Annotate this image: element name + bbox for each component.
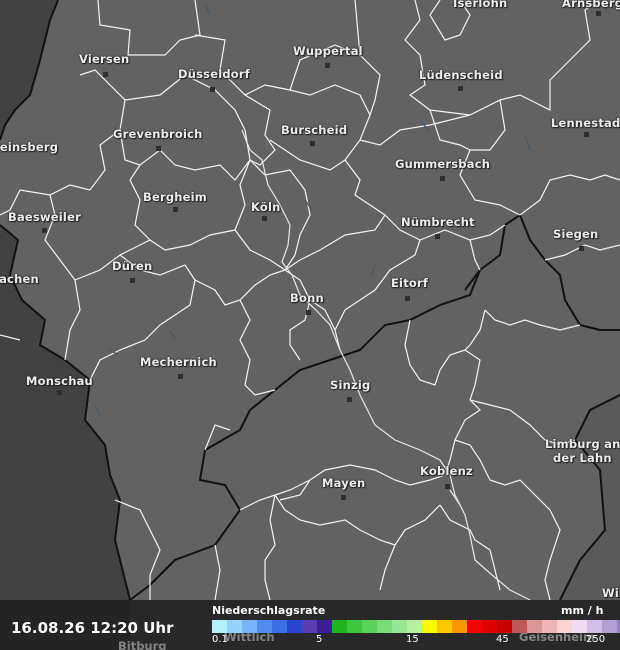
legend-swatch (452, 620, 467, 633)
legend-swatch (272, 620, 287, 633)
legend-swatch (362, 620, 377, 633)
precipitation-color-scale (212, 620, 620, 633)
city-label-heinsberg: Heinsberg (0, 140, 59, 154)
city-marker (306, 310, 311, 315)
city-marker (445, 484, 450, 489)
city-marker (584, 132, 589, 137)
city-label-aachen: Aachen (0, 272, 39, 286)
legend-swatch (602, 620, 617, 633)
city-label-limburg-line1: Limburg an (545, 437, 620, 451)
legend-swatch (227, 620, 242, 633)
city-label-gummersbach: Gummersbach (395, 157, 491, 171)
legend-swatch (257, 620, 272, 633)
legend-swatch (242, 620, 257, 633)
legend-swatch (557, 620, 572, 633)
city-marker (435, 234, 440, 239)
neighbour-country-area (0, 225, 130, 650)
city-marker (103, 72, 108, 77)
legend-unit: mm / h (561, 604, 604, 617)
legend-swatch (302, 620, 317, 633)
city-label-bitburg: Bitburg (118, 639, 167, 650)
city-label-lennestadt: Lennestadt (551, 116, 620, 130)
legend-swatch (542, 620, 557, 633)
city-label-koeln: Köln (251, 200, 281, 214)
legend-tick-5: 5 (316, 634, 323, 645)
city-marker (173, 207, 178, 212)
city-label-limburg-line2: der Lahn (553, 451, 612, 465)
legend-swatch (437, 620, 452, 633)
city-marker (325, 63, 330, 68)
city-label-eitorf: Eitorf (391, 276, 429, 290)
legend-swatch (287, 620, 302, 633)
city-marker (310, 141, 315, 146)
city-marker (347, 397, 352, 402)
legend-swatch (467, 620, 482, 633)
legend-title: Niederschlagsrate (212, 604, 326, 617)
legend-swatch (407, 620, 422, 633)
city-marker (458, 86, 463, 91)
city-marker (130, 278, 135, 283)
legend-swatch (512, 620, 527, 633)
timestamp-label: 16.08.26 12:20 Uhr (11, 619, 174, 637)
city-marker (440, 176, 445, 181)
neighbour-country-area (560, 395, 620, 600)
city-label-iserlohn: Iserlohn (453, 0, 508, 10)
city-marker (156, 146, 161, 151)
city-marker (579, 246, 584, 251)
city-label-bergheim: Bergheim (143, 190, 207, 204)
city-label-baesweiler: Baesweiler (8, 210, 81, 224)
city-marker (210, 87, 215, 92)
city-label-mayen: Mayen (322, 476, 366, 490)
legend-swatch (347, 620, 362, 633)
radar-map[interactable]: Iserlohn Arnsberg Viersen Wuppertal Düss… (0, 0, 620, 650)
legend-swatch (422, 620, 437, 633)
city-marker (178, 374, 183, 379)
city-marker (42, 228, 47, 233)
legend-tick-250: 250 (586, 634, 606, 645)
legend-swatch (482, 620, 497, 633)
legend-tick-15: 15 (406, 634, 419, 645)
city-label-siegen: Siegen (553, 227, 599, 241)
legend-swatch (332, 620, 347, 633)
city-label-limburg: Limburg an der Lahn (545, 437, 620, 465)
legend-swatch (212, 620, 227, 633)
city-label-dueren: Düren (112, 259, 153, 273)
legend-tick-0.1: 0.1 (212, 634, 228, 645)
city-marker (405, 296, 410, 301)
city-label-sinzig: Sinzig (330, 378, 371, 392)
legend-swatch (587, 620, 602, 633)
city-label-mechernich: Mechernich (140, 355, 217, 369)
city-label-nuembrecht: Nümbrecht (401, 215, 475, 229)
legend-swatch (497, 620, 512, 633)
city-marker (596, 11, 601, 16)
city-label-duesseldorf: Düsseldorf (178, 67, 250, 81)
rivers (241, 129, 531, 601)
city-label-monschau: Monschau (26, 374, 93, 388)
legend-swatch (392, 620, 407, 633)
city-label-grevenbroich: Grevenbroich (113, 127, 203, 141)
city-label-burscheid: Burscheid (281, 123, 348, 137)
city-label-arnsberg: Arnsberg (562, 0, 620, 10)
city-marker (262, 216, 267, 221)
map-base-layer (0, 0, 620, 650)
city-marker (57, 390, 62, 395)
city-label-viersen: Viersen (79, 52, 130, 66)
city-label-koblenz: Koblenz (420, 464, 473, 478)
legend-swatch (527, 620, 542, 633)
legend-swatch (317, 620, 332, 633)
legend-tick-45: 45 (496, 634, 509, 645)
city-marker (341, 495, 346, 500)
city-label-luedenscheid: Lüdenscheid (419, 68, 503, 82)
city-label-wuppertal: Wuppertal (293, 44, 363, 58)
city-label-wi: Wi (602, 586, 620, 600)
legend-swatch (572, 620, 587, 633)
legend-swatch (377, 620, 392, 633)
city-label-bonn: Bonn (290, 291, 324, 305)
